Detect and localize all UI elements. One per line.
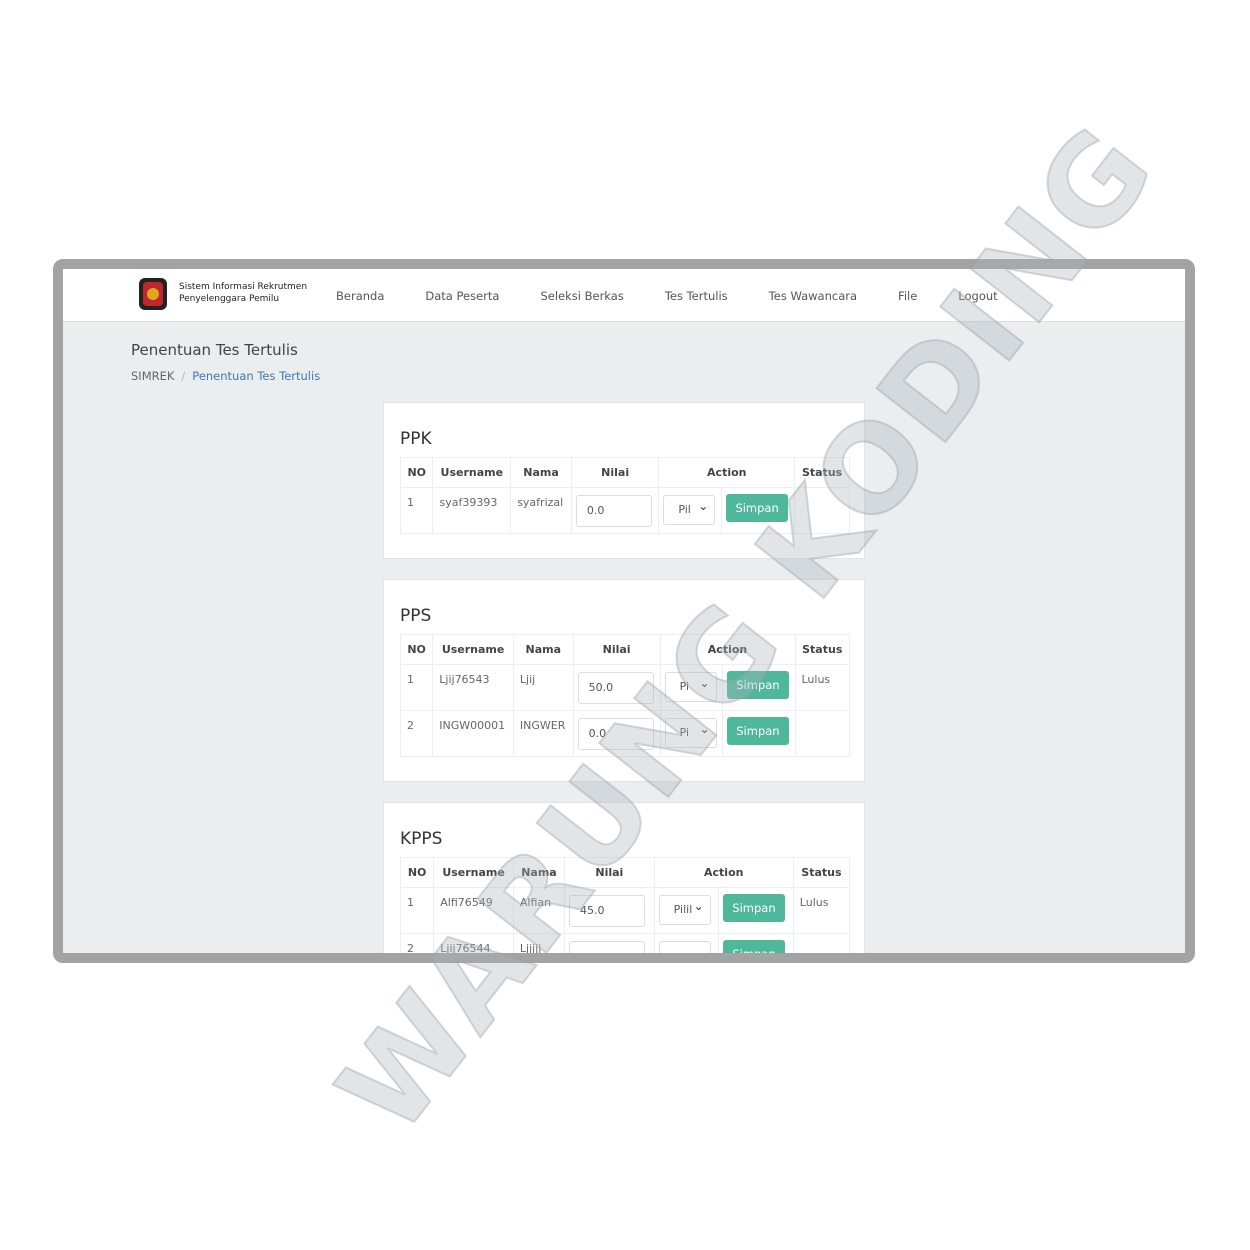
cell-status: Lulus — [792, 887, 851, 934]
kpu-logo — [139, 278, 167, 310]
nav-file[interactable]: File — [898, 289, 917, 303]
nav-data-peserta[interactable]: Data Peserta — [425, 289, 499, 303]
page-title: Penentuan Tes Tertulis — [131, 341, 298, 359]
cell-nama: Ljij — [512, 664, 574, 711]
column-header: Nilai — [570, 457, 660, 488]
cell-username: INGW00001 — [432, 710, 514, 757]
cell-username: Ljij76543 — [432, 664, 514, 711]
cell-no: 1 — [399, 487, 434, 534]
column-header: Nama — [510, 457, 572, 488]
column-header: Username — [432, 634, 514, 665]
breadcrumb-home[interactable]: SIMREK — [131, 369, 174, 383]
status-select[interactable]: Pilil — [658, 892, 711, 925]
simpan-button[interactable]: Simpan — [722, 894, 785, 922]
column-header: Nama — [512, 634, 574, 665]
nav-seleksi-berkas[interactable]: Seleksi Berkas — [540, 289, 623, 303]
column-header: Status — [792, 857, 851, 888]
cell-status — [792, 933, 851, 953]
cell-no: 1 — [399, 664, 434, 711]
column-header: NO — [399, 457, 434, 488]
cell-nama: syafrizal — [510, 487, 572, 534]
brand[interactable]: Sistem Informasi Rekrutmen Penyelenggara … — [179, 281, 307, 305]
status-select[interactable] — [658, 938, 711, 953]
cell-no: 2 — [399, 710, 434, 757]
column-header: NO — [399, 857, 435, 888]
cell-username: syaf39393 — [432, 487, 512, 534]
nilai-input[interactable]: 0.0 — [575, 495, 652, 527]
nav-tes-tertulis[interactable]: Tes Tertulis — [665, 289, 728, 303]
column-header: Action — [653, 857, 794, 888]
nav-beranda[interactable]: Beranda — [336, 289, 384, 303]
brand-line1: Sistem Informasi Rekrutmen — [179, 282, 308, 292]
cell-status — [794, 710, 850, 757]
nav-tes-wawancara[interactable]: Tes Wawancara — [769, 289, 857, 303]
brand-line2: Penyelenggara Pemilu — [179, 294, 280, 304]
cell-status: Lulus — [794, 664, 850, 711]
simpan-button[interactable]: Simpan — [722, 940, 785, 953]
section-title: PPK — [400, 429, 432, 449]
breadcrumb: SIMREK / Penentuan Tes Tertulis — [131, 369, 321, 383]
breadcrumb-current: Penentuan Tes Tertulis — [192, 369, 321, 383]
column-header: Username — [432, 457, 512, 488]
column-header: NO — [399, 634, 434, 665]
status-select[interactable]: Pil — [663, 492, 716, 525]
